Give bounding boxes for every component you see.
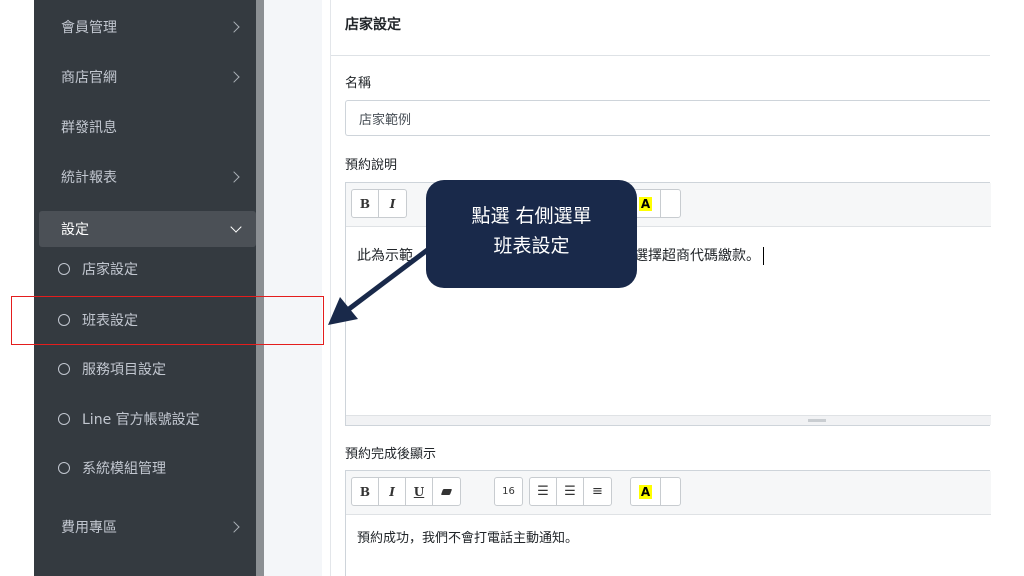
list-button-group: ☰ ☰ ≡ bbox=[529, 477, 612, 506]
eraser-icon bbox=[440, 488, 453, 495]
editor-resize-handle[interactable] bbox=[346, 415, 991, 425]
align-icon: ≡ bbox=[592, 484, 603, 499]
page-title: 店家設定 bbox=[345, 17, 401, 33]
sidebar-subitem-line-settings[interactable]: Line 官方帳號設定 bbox=[34, 397, 256, 441]
sidebar: 會員管理 商店官網 群發訊息 統計報表 設定 店家設定 班表設定 服務項目設定 … bbox=[34, 0, 256, 576]
name-input[interactable]: 店家範例 bbox=[345, 100, 990, 136]
sidebar-item-label: 設定 bbox=[61, 222, 89, 238]
booking-description-label: 預約說明 bbox=[345, 158, 398, 173]
color-button-group: A bbox=[630, 189, 681, 218]
format-button-group: B I bbox=[351, 189, 407, 218]
content-gutter bbox=[264, 0, 322, 576]
booking-description-text-end: 選擇超商代碼繳款。 bbox=[634, 245, 764, 265]
circle-icon bbox=[58, 413, 70, 425]
name-input-value: 店家範例 bbox=[359, 112, 412, 128]
sidebar-item-settings[interactable]: 設定 bbox=[39, 211, 256, 247]
unordered-list-button[interactable]: ☰ bbox=[530, 478, 557, 505]
sidebar-item-reports[interactable]: 統計報表 bbox=[34, 153, 256, 201]
booking-complete-text: 預約成功，我們不會打電話主動通知。 bbox=[357, 531, 579, 546]
sidebar-item-billing[interactable]: 費用專區 bbox=[34, 503, 256, 551]
chevron-right-icon bbox=[228, 21, 240, 33]
eraser-button[interactable] bbox=[433, 478, 460, 505]
sidebar-subitem-label: 店家設定 bbox=[82, 262, 138, 278]
bold-button[interactable]: B bbox=[352, 478, 379, 505]
callout-line-2: 班表設定 bbox=[493, 235, 570, 257]
ordered-list-button[interactable]: ☰ bbox=[557, 478, 584, 505]
chevron-right-icon bbox=[228, 71, 240, 83]
booking-description-text-start: 此為示範 bbox=[357, 248, 413, 264]
booking-complete-editor[interactable]: B I U 16 ☰ ☰ ≡ A 預約成功，我們不會打電話主動通知。 bbox=[345, 470, 991, 576]
chevron-right-icon bbox=[228, 521, 240, 533]
font-size-group: 16 bbox=[494, 477, 523, 506]
chevron-down-icon bbox=[230, 221, 242, 233]
resize-grip-icon bbox=[808, 419, 826, 422]
color-button-group: A bbox=[630, 477, 681, 506]
circle-icon bbox=[58, 263, 70, 275]
italic-button[interactable]: I bbox=[379, 478, 406, 505]
sidebar-subitem-service-settings[interactable]: 服務項目設定 bbox=[34, 347, 256, 391]
chevron-right-icon bbox=[228, 171, 240, 183]
ordered-list-icon: ☰ bbox=[564, 484, 576, 499]
highlight-color-button[interactable]: A bbox=[631, 478, 661, 505]
color-dropdown-button[interactable] bbox=[661, 478, 680, 505]
text-cursor bbox=[763, 247, 764, 265]
align-button[interactable]: ≡ bbox=[584, 478, 611, 505]
underline-button[interactable]: U bbox=[406, 478, 433, 505]
highlight-a-icon: A bbox=[638, 196, 653, 211]
instruction-callout: 點選 右側選單 班表設定 bbox=[426, 180, 637, 288]
font-size-button[interactable]: 16 bbox=[495, 478, 522, 505]
sidebar-item-label: 統計報表 bbox=[61, 170, 117, 186]
sidebar-item-label: 會員管理 bbox=[61, 20, 117, 36]
store-settings-panel: 店家設定 名稱 店家範例 預約說明 B I A 此為示範 選擇超商代碼繳款。 預 bbox=[330, 0, 1024, 576]
sidebar-subitem-label: 服務項目設定 bbox=[82, 362, 166, 378]
sidebar-subitem-label: Line 官方帳號設定 bbox=[82, 412, 200, 428]
sidebar-item-label: 商店官網 bbox=[61, 70, 117, 86]
panel-header: 店家設定 bbox=[331, 0, 990, 56]
sidebar-item-label: 群發訊息 bbox=[61, 120, 117, 136]
bold-button[interactable]: B bbox=[352, 190, 379, 217]
sidebar-item-website[interactable]: 商店官網 bbox=[34, 53, 256, 101]
format-button-group: B I U bbox=[351, 477, 461, 506]
sidebar-subitem-module-management[interactable]: 系統模組管理 bbox=[34, 446, 256, 490]
unordered-list-icon: ☰ bbox=[537, 484, 549, 499]
italic-button[interactable]: I bbox=[379, 190, 406, 217]
sidebar-item-broadcast[interactable]: 群發訊息 bbox=[34, 103, 256, 151]
editor-toolbar: B I U 16 ☰ ☰ ≡ A bbox=[346, 471, 991, 515]
booking-description-text-end-value: 選擇超商代碼繳款。 bbox=[634, 248, 760, 264]
sidebar-subitem-label: 系統模組管理 bbox=[82, 461, 166, 477]
sidebar-item-label: 費用專區 bbox=[61, 520, 117, 536]
circle-icon bbox=[58, 363, 70, 375]
callout-line-1: 點選 右側選單 bbox=[471, 205, 592, 227]
booking-complete-label: 預約完成後顯示 bbox=[345, 447, 437, 462]
circle-icon bbox=[58, 462, 70, 474]
sidebar-scrollbar[interactable] bbox=[256, 0, 264, 576]
highlight-box bbox=[11, 296, 324, 345]
sidebar-subitem-store-settings[interactable]: 店家設定 bbox=[34, 247, 256, 291]
highlight-a-icon: A bbox=[638, 484, 653, 499]
name-label: 名稱 bbox=[345, 76, 372, 91]
sidebar-item-members[interactable]: 會員管理 bbox=[34, 3, 256, 51]
color-dropdown-button[interactable] bbox=[661, 190, 680, 217]
